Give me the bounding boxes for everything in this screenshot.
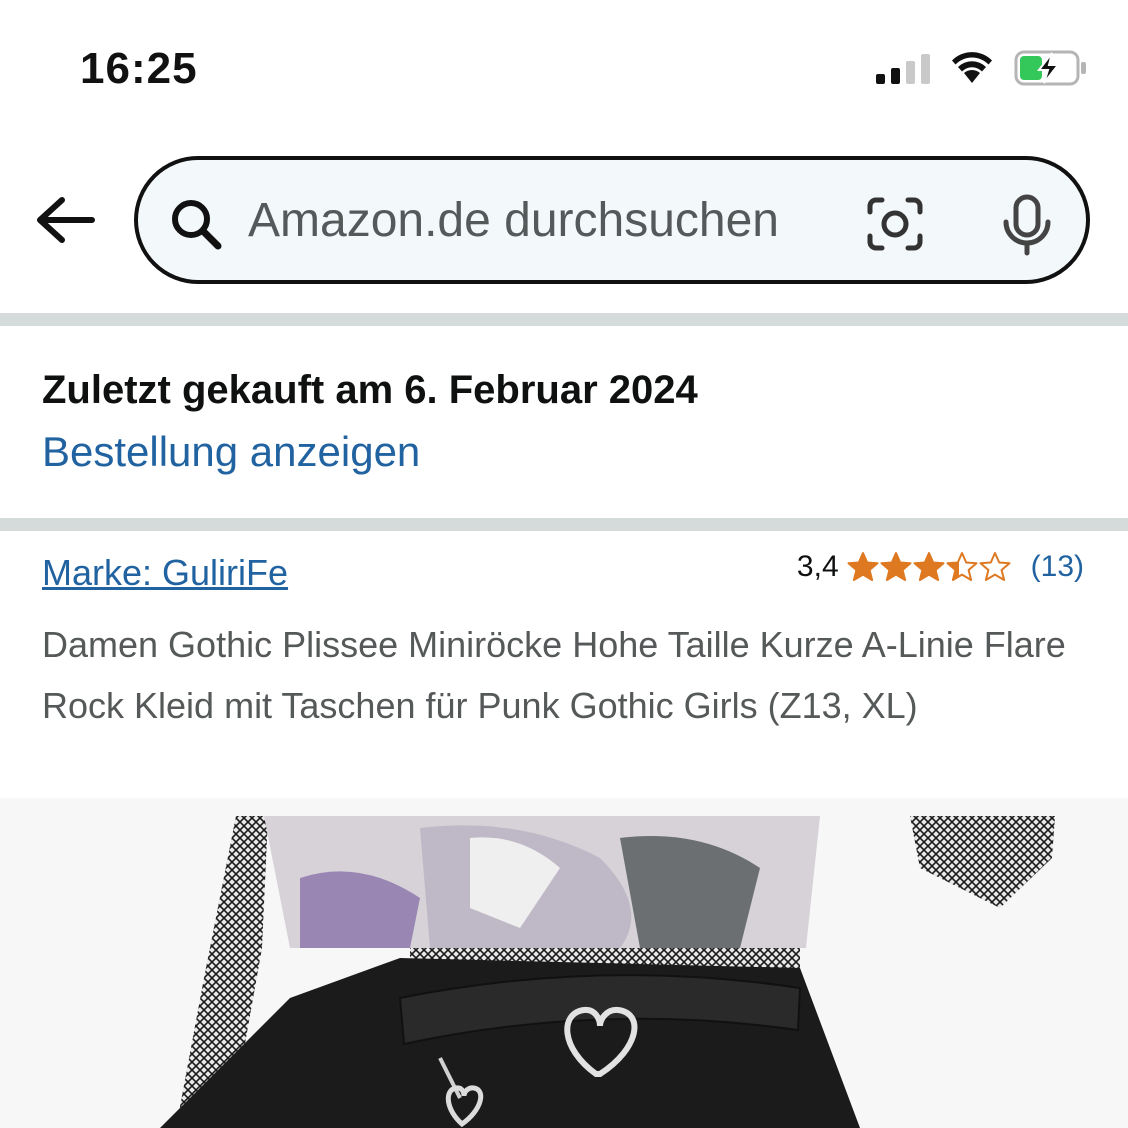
section-divider (0, 313, 1128, 326)
search-box[interactable] (134, 156, 1090, 284)
product-photo (0, 798, 1128, 1128)
rating-stars-icon (847, 551, 1011, 583)
brand-link[interactable]: Marke: GuliriFe (42, 552, 288, 594)
star-icon (979, 552, 1011, 581)
back-button[interactable] (30, 190, 100, 250)
product-image[interactable] (0, 798, 1128, 1128)
microphone-icon[interactable] (1000, 194, 1054, 256)
search-input[interactable] (248, 190, 848, 250)
back-arrow-icon (37, 197, 95, 243)
star-icon (847, 552, 879, 581)
section-divider (0, 518, 1128, 531)
star-icon (946, 552, 978, 581)
rating-value: 3,4 (796, 550, 839, 583)
rating-summary[interactable]: 3,4 (13) (797, 550, 1084, 584)
camera-icon[interactable] (866, 196, 924, 252)
product-header: Marke: GuliriFe 3,4 (13) Damen Gothic Pl… (0, 532, 1128, 798)
star-icon (880, 552, 912, 581)
search-icon (172, 200, 222, 250)
rating-count: (13) (1030, 550, 1084, 583)
status-icons (876, 48, 1088, 88)
star-icon (913, 552, 945, 581)
last-purchased-title: Zuletzt gekauft am 6. Februar 2024 (42, 368, 698, 412)
search-row (0, 150, 1128, 290)
status-time: 16:25 (80, 44, 198, 93)
product-title: Damen Gothic Plissee Miniröcke Hohe Tail… (42, 624, 1066, 726)
signal-icon (876, 52, 930, 84)
wifi-icon (952, 52, 992, 83)
view-order-link[interactable]: Bestellung anzeigen (42, 428, 420, 476)
last-purchased-section: Zuletzt gekauft am 6. Februar 2024 Beste… (0, 326, 1128, 518)
status-bar: 16:25 (0, 0, 1128, 130)
battery-charging-icon (1014, 50, 1086, 86)
